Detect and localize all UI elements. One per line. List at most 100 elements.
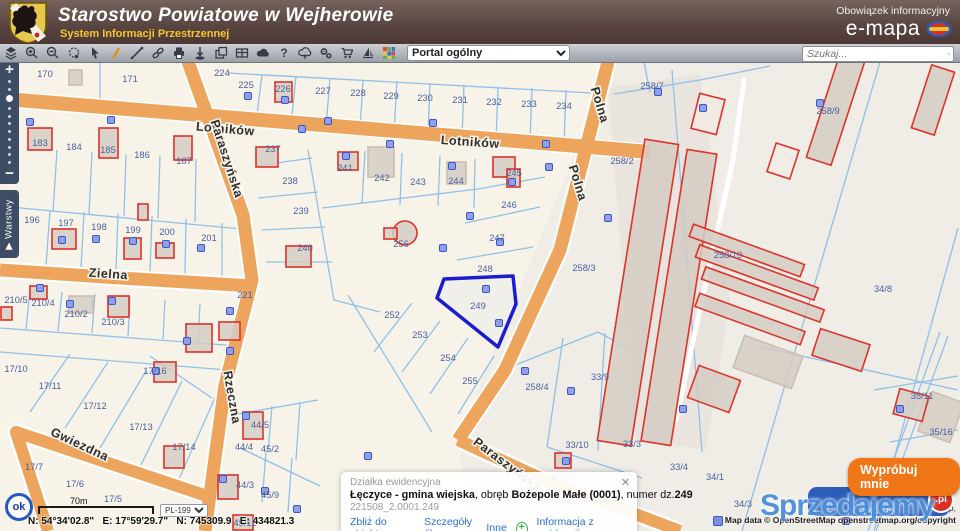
- map-canvas[interactable]: 1701712242252262272282292302312322332342…: [0, 0, 960, 531]
- parcel-label: 201: [201, 233, 217, 243]
- parcel-label: 44/4: [235, 442, 253, 452]
- settings-icon[interactable]: [315, 45, 336, 61]
- zoom-to-object-link[interactable]: Zbliż do obiektu: [350, 516, 415, 531]
- zoom-in-icon[interactable]: [21, 45, 42, 61]
- registry-info-link[interactable]: Informacja z ewidencji: [537, 516, 628, 531]
- street-label: Zielna: [88, 266, 129, 283]
- parcel-label: 249: [470, 301, 486, 311]
- parcel-label: 248: [477, 264, 493, 274]
- download-point-icon[interactable]: [189, 45, 210, 61]
- address-point-icon: [108, 117, 115, 124]
- parcel-label: 196: [24, 215, 40, 225]
- parcel-label: 234: [556, 101, 572, 111]
- cloud-upload-icon[interactable]: [294, 45, 315, 61]
- address-point-icon: [700, 105, 707, 112]
- layers-panel-tab[interactable]: ▶ Warstwy: [0, 190, 19, 258]
- cart-icon[interactable]: [336, 45, 357, 61]
- parcel-label: 17/5: [104, 494, 122, 504]
- zoom-in-button[interactable]: +: [0, 62, 19, 78]
- scale-label: 70m: [70, 496, 88, 506]
- address-point-icon: [227, 348, 234, 355]
- try-me-button[interactable]: Wypróbuj mnie: [848, 458, 960, 496]
- parcel-label: 230: [417, 93, 433, 103]
- parcel-label: 44/3: [236, 480, 254, 490]
- parcel-label: 244: [448, 176, 464, 186]
- address-point-icon: [343, 153, 350, 160]
- parcel-label: 184: [66, 142, 82, 152]
- cloud-shape-icon[interactable]: [252, 45, 273, 61]
- popup-kind-label: Działka ewidencyjna: [350, 477, 628, 488]
- search-input[interactable]: [803, 48, 948, 60]
- parcel-label: 33/4: [670, 462, 688, 472]
- emapa-logo-icon: [926, 20, 952, 38]
- parcel-label: 210/5: [4, 295, 27, 305]
- measure-icon[interactable]: [105, 45, 126, 61]
- scale-bar: [38, 506, 154, 514]
- parcel-label: 198: [91, 222, 107, 232]
- parcel-label: 258/9: [816, 106, 839, 116]
- parcel-label: 17/10: [4, 364, 27, 374]
- address-point-icon: [27, 119, 34, 126]
- parcel-label: 258/7: [640, 81, 663, 91]
- parcel-label: 229: [383, 91, 399, 101]
- copy-view-icon[interactable]: [210, 45, 231, 61]
- layers-icon[interactable]: [0, 45, 21, 61]
- address-point-icon: [220, 476, 227, 483]
- parcel-label: 243: [410, 177, 426, 187]
- address-point-icon: [496, 320, 503, 327]
- parcel-label: 17/14: [172, 442, 195, 452]
- layers-tab-label: ▶ Warstwy: [4, 191, 15, 259]
- other-link[interactable]: Inne: [486, 522, 506, 531]
- parcel-label: 186: [134, 150, 150, 160]
- details-link[interactable]: Szczegóły (i): [424, 516, 477, 531]
- parcel-label: 35/16: [929, 427, 952, 437]
- parcel-label: 255: [462, 376, 478, 386]
- address-point-icon: [294, 506, 301, 513]
- draw-line-icon[interactable]: [126, 45, 147, 61]
- parcel-label: 240: [297, 243, 313, 253]
- parcel-label: 252: [384, 310, 400, 320]
- link-icon[interactable]: [147, 45, 168, 61]
- popup-title: Łęczyce - gmina wiejska, obręb Bożepole …: [350, 489, 628, 501]
- 3d-view-icon[interactable]: [357, 45, 378, 61]
- zoom-slider[interactable]: [0, 78, 19, 166]
- parcel-label: 34/8: [874, 284, 892, 294]
- address-point-icon: [59, 237, 66, 244]
- parcel-label: 221: [237, 290, 253, 300]
- parcel-label: 246: [501, 200, 517, 210]
- parcel-label: 45/9: [261, 490, 279, 500]
- parcel-label: 210/4: [31, 298, 54, 308]
- zoom-out-icon[interactable]: [42, 45, 63, 61]
- parcel-label: 258/2: [610, 156, 633, 166]
- search-icon[interactable]: [948, 48, 950, 60]
- print-icon[interactable]: [168, 45, 189, 61]
- pointer-icon[interactable]: [84, 45, 105, 61]
- plus-circle-icon[interactable]: +: [516, 522, 528, 531]
- address-point-icon: [449, 163, 456, 170]
- address-point-icon: [522, 368, 529, 375]
- parcel-label: 258/3: [572, 263, 595, 273]
- portal-select[interactable]: Portal ogólny: [407, 45, 570, 61]
- parcel-label: 232: [486, 97, 502, 107]
- parcel-label: 33/10: [565, 440, 588, 450]
- legend-colors-icon[interactable]: [378, 45, 399, 61]
- search-box: [802, 46, 954, 62]
- address-point-icon: [37, 285, 44, 292]
- parcel-label: 44/5: [251, 420, 269, 430]
- close-icon[interactable]: ✕: [621, 476, 630, 489]
- parcel-label: 210/2: [64, 309, 87, 319]
- parcel-label: 258/10: [714, 250, 742, 260]
- parcel-label: 33/3: [623, 439, 641, 449]
- parcel-label: 17/7: [25, 462, 43, 472]
- address-point-icon: [387, 141, 394, 148]
- select-area-icon[interactable]: [63, 45, 84, 61]
- parcel-label: 45/2: [261, 444, 279, 454]
- address-point-icon: [325, 118, 332, 125]
- parcel-label: 183: [32, 138, 48, 148]
- help-icon[interactable]: ?: [273, 45, 294, 61]
- table-icon[interactable]: [231, 45, 252, 61]
- parcel-label: 241: [337, 163, 353, 173]
- zoom-out-button[interactable]: −: [0, 166, 19, 182]
- info-obligation-link[interactable]: Obowiązek informacyjny: [836, 5, 950, 17]
- parcel-label: 258/4: [525, 382, 548, 392]
